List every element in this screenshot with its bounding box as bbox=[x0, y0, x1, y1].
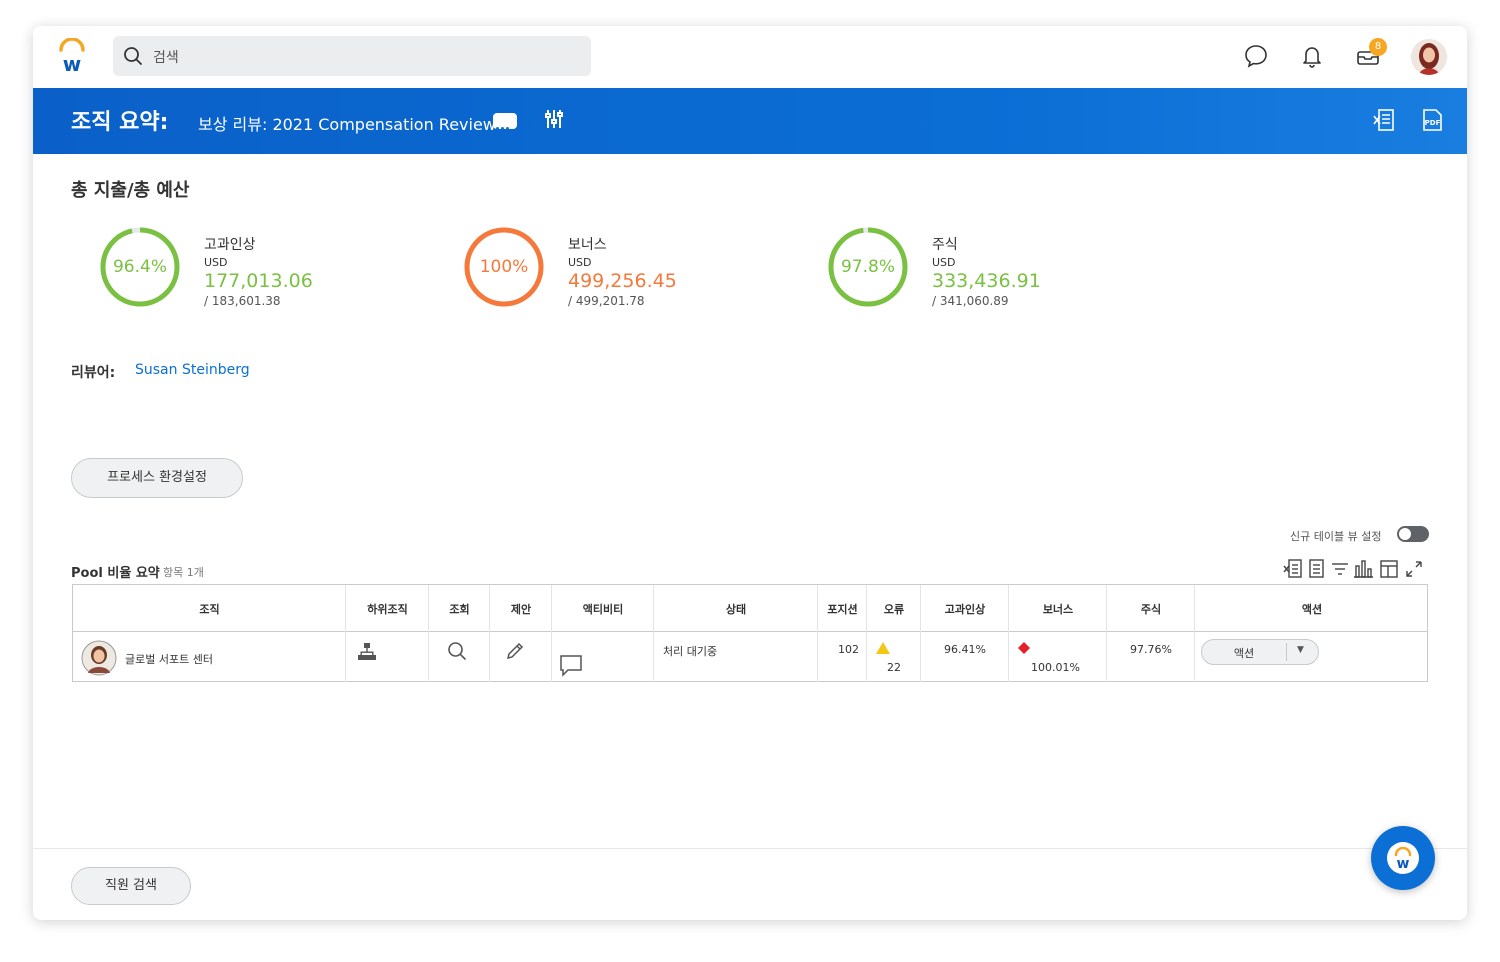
svg-text:w: w bbox=[63, 52, 81, 74]
kpi-percent: 100% bbox=[479, 257, 529, 277]
reviewer-link[interactable]: Susan Steinberg bbox=[135, 362, 250, 378]
svg-text:PDF: PDF bbox=[1425, 119, 1441, 127]
kpi-currency: USD bbox=[568, 256, 592, 269]
kpi-label: 보너스 bbox=[568, 237, 607, 253]
inbox-badge: 8 bbox=[1369, 38, 1387, 56]
kpi-total: / 183,601.38 bbox=[204, 294, 281, 308]
grid-count: 항목 1개 bbox=[163, 566, 204, 579]
summary-title: 총 지출/총 예산 bbox=[71, 180, 190, 201]
action-menu-button[interactable]: 액션 ▼ bbox=[1201, 639, 1319, 665]
errors-count[interactable]: 22 bbox=[867, 661, 921, 674]
kpi-amount: 333,436.91 bbox=[932, 270, 1041, 292]
warning-icon bbox=[875, 641, 891, 658]
top-bar: w 검색 8 bbox=[33, 26, 1467, 88]
header-merit[interactable]: 고과인상 bbox=[921, 601, 1009, 617]
merit-pct[interactable]: 96.41% bbox=[921, 643, 1009, 656]
footer-divider bbox=[33, 848, 1467, 849]
error-diamond-icon bbox=[1017, 641, 1031, 658]
search-input[interactable]: 검색 bbox=[113, 36, 591, 76]
header-bonus[interactable]: 보너스 bbox=[1009, 601, 1107, 617]
org-link[interactable]: 글로벌 서포트 센터 bbox=[125, 651, 213, 667]
workday-assistant-icon: w bbox=[1394, 846, 1412, 872]
related-actions-icon[interactable] bbox=[493, 113, 517, 130]
export-excel-icon[interactable] bbox=[1373, 108, 1395, 136]
page-title: 조직 요약: bbox=[71, 110, 169, 135]
process-settings-button[interactable]: 프로세스 환경설정 bbox=[71, 458, 243, 498]
kpi-percent: 96.4% bbox=[112, 257, 167, 277]
header-positions[interactable]: 포지션 bbox=[818, 601, 867, 617]
kpi-amount: 499,256.45 bbox=[568, 270, 677, 292]
bonus-pct[interactable]: 100.01% bbox=[1031, 661, 1080, 674]
grid-view-icon[interactable] bbox=[1309, 559, 1324, 578]
kpi-total: / 499,201.78 bbox=[568, 294, 645, 308]
kpi-currency: USD bbox=[932, 256, 956, 269]
kpi-percent: 97.8% bbox=[840, 257, 895, 277]
reviewer-label: 리뷰어: bbox=[71, 365, 116, 381]
kpi-currency: USD bbox=[204, 256, 228, 269]
search-placeholder: 검색 bbox=[153, 50, 179, 66]
kpi-label: 주식 bbox=[932, 237, 958, 253]
chevron-down-icon[interactable]: ▼ bbox=[1297, 645, 1304, 655]
action-label: 액션 bbox=[1233, 647, 1255, 660]
table-view-toggle[interactable] bbox=[1397, 526, 1429, 542]
org-avatar bbox=[81, 640, 117, 679]
kpi-merit: 96.4% 고과인상 USD 177,013.06 / 183,601.38 bbox=[99, 226, 399, 316]
header-errors[interactable]: 오류 bbox=[867, 601, 921, 617]
table-view-toggle-label: 신규 테이블 뷰 설정 bbox=[1290, 530, 1382, 543]
grid-layout-icon[interactable] bbox=[1380, 560, 1398, 578]
kpi-bonus: 100% 보너스 USD 499,256.45 / 499,201.78 bbox=[463, 226, 763, 316]
user-avatar[interactable] bbox=[1411, 39, 1447, 75]
assistant-fab[interactable]: w bbox=[1371, 826, 1435, 890]
grid-export-excel-icon[interactable] bbox=[1283, 559, 1302, 578]
page-header-banner: 조직 요약: 보상 리뷰: 2021 Compensation Review P… bbox=[33, 88, 1467, 154]
kpi-label: 고과인상 bbox=[204, 237, 256, 253]
header-propose[interactable]: 제안 bbox=[490, 601, 552, 617]
suborg-icon[interactable] bbox=[356, 641, 378, 666]
header-stock[interactable]: 주식 bbox=[1107, 601, 1195, 617]
employee-search-button[interactable]: 직원 검색 bbox=[71, 867, 191, 905]
bell-icon[interactable] bbox=[1299, 43, 1327, 71]
header-org[interactable]: 조직 bbox=[73, 601, 346, 617]
app-window: w 검색 8 조직 요약: 보상 리뷰: 2021 Compensation R… bbox=[33, 26, 1467, 920]
positions-count: 102 bbox=[838, 643, 859, 656]
kpi-amount: 177,013.06 bbox=[204, 270, 313, 292]
stock-pct[interactable]: 97.76% bbox=[1107, 643, 1195, 656]
filter-sliders-icon[interactable] bbox=[543, 108, 565, 134]
status-text: 처리 대기중 bbox=[663, 645, 718, 658]
grid-title: Pool 비율 요약 bbox=[71, 566, 160, 581]
export-pdf-icon[interactable]: PDF bbox=[1421, 108, 1443, 136]
svg-text:w: w bbox=[1397, 856, 1410, 872]
header-suborg[interactable]: 하위조직 bbox=[346, 601, 429, 617]
search-icon bbox=[123, 46, 143, 70]
pool-summary-grid: 조직 하위조직 조회 제안 액티비티 상태 포지션 오류 고과인상 보너스 주식… bbox=[72, 584, 1428, 682]
header-action[interactable]: 액션 bbox=[1195, 601, 1429, 617]
comment-icon[interactable] bbox=[559, 653, 583, 680]
expand-icon[interactable] bbox=[1406, 561, 1422, 577]
workday-logo[interactable]: w bbox=[57, 37, 87, 76]
header-status[interactable]: 상태 bbox=[654, 601, 818, 617]
chat-icon[interactable] bbox=[1243, 43, 1271, 71]
kpi-stock: 97.8% 주식 USD 333,436.91 / 341,060.89 bbox=[827, 226, 1127, 316]
grid-filter-icon[interactable] bbox=[1332, 563, 1348, 575]
grid-chart-icon[interactable] bbox=[1354, 560, 1373, 578]
header-view[interactable]: 조회 bbox=[429, 601, 490, 617]
grid-toolbar bbox=[1283, 558, 1433, 580]
edit-pencil-icon[interactable] bbox=[505, 641, 525, 664]
header-activity[interactable]: 액티비티 bbox=[552, 601, 654, 617]
kpi-total: / 341,060.89 bbox=[932, 294, 1009, 308]
view-search-icon[interactable] bbox=[447, 641, 467, 664]
page-subtitle: 보상 리뷰: 2021 Compensation Review bbox=[198, 115, 496, 134]
